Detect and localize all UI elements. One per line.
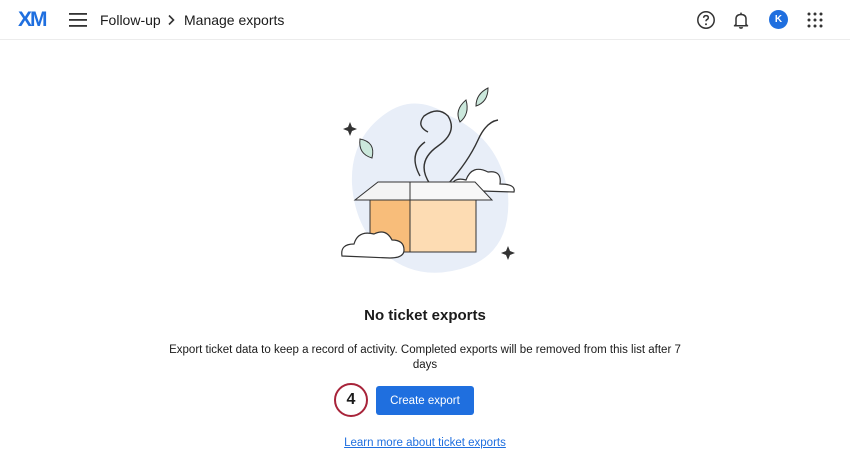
leaf-mid-icon [457,99,468,123]
create-export-button[interactable]: Create export [376,386,474,415]
step-number-badge: 4 [334,383,368,417]
breadcrumb-current-page: Manage exports [184,12,285,28]
xm-logo[interactable]: XM [18,8,47,32]
bell-icon[interactable] [731,10,751,30]
hamburger-menu-icon[interactable] [69,13,87,27]
breadcrumb-follow-up[interactable]: Follow-up [100,12,161,28]
learn-more-link[interactable]: Learn more about ticket exports [0,437,850,449]
grid-apps-icon[interactable] [805,10,825,30]
empty-box-illustration [341,87,515,273]
help-circle-icon[interactable] [696,10,716,30]
leaf-right-icon [475,87,489,107]
sparkle-right-icon [501,246,515,260]
user-avatar[interactable]: K [769,10,788,29]
top-bar: XM Follow-up Manage exports K [0,0,850,40]
chevron-right-icon [168,14,175,26]
sparkle-left-icon [343,122,357,136]
empty-state-title: No ticket exports [364,307,486,324]
empty-state-description: Export ticket data to keep a record of a… [169,344,681,371]
box-right-side [409,199,477,253]
